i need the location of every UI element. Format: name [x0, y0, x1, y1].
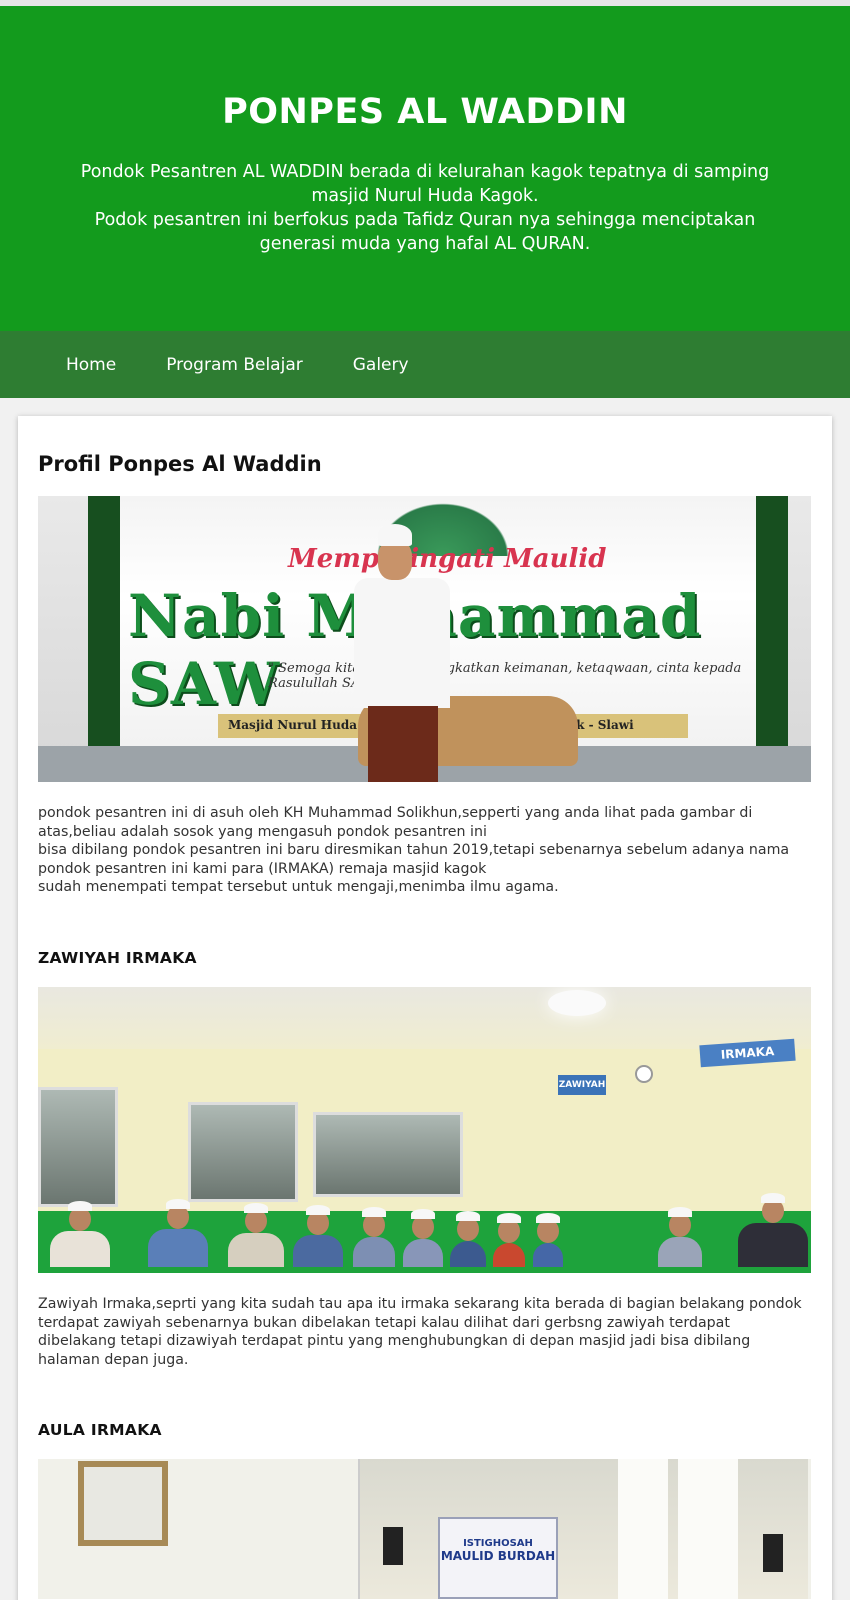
ceiling: [38, 986, 811, 1049]
speaker: [763, 1534, 783, 1573]
profil-heading: Profil Ponpes Al Waddin: [38, 452, 322, 476]
seated-people: [38, 1167, 811, 1267]
profil-text-2: bisa dibilang pondok pesantren ini baru …: [38, 842, 790, 877]
speaker: [383, 1527, 403, 1566]
speaker-figure: [348, 524, 450, 782]
content-card: Profil Ponpes Al Waddin Memperingati Mau…: [18, 416, 832, 1600]
nav-program-belajar[interactable]: Program Belajar: [166, 355, 303, 375]
zawiyah-photo: ZAWIYAH IRMAKA: [38, 986, 811, 1273]
aula-heading: AULA IRMAKA: [38, 1421, 162, 1440]
wall-frame: [78, 1461, 168, 1547]
main-navigation: Home Program Belajar Galery: [0, 331, 850, 398]
zawiyah-sign: ZAWIYAH: [558, 1074, 606, 1095]
ceiling-lamp: [548, 989, 606, 1016]
maulid-photo: Memperingati Maulid Nabi Muhammad SAW " …: [38, 496, 811, 782]
site-description-2: Podok pesantren ini berfokus pada Tafidz…: [94, 210, 756, 254]
aula-photo: ISTIGHOSAH MAULID BURDAH: [38, 1459, 811, 1600]
pillar: [678, 1459, 738, 1600]
profil-text-3: sudah menempati tempat tersebut untuk me…: [38, 879, 559, 896]
zawiyah-text: Zawiyah Irmaka,seprti yang kita sudah ta…: [38, 1295, 802, 1368]
hero-header: PONPES AL WADDIN Pondok Pesantren AL WAD…: [0, 6, 850, 331]
nav-home[interactable]: Home: [66, 355, 116, 375]
wall-clock-icon: [635, 1064, 653, 1083]
maulid-burdah-poster: ISTIGHOSAH MAULID BURDAH: [438, 1517, 558, 1600]
nav-galery[interactable]: Galery: [353, 355, 409, 375]
stage-area: [358, 1459, 808, 1600]
content-area: Profil Ponpes Al Waddin Memperingati Mau…: [0, 398, 850, 1600]
profil-text-1: pondok pesantren ini di asuh oleh KH Muh…: [38, 805, 753, 840]
pillar: [618, 1459, 668, 1600]
site-description-1: Pondok Pesantren AL WADDIN berada di kel…: [80, 162, 770, 206]
site-title: PONPES AL WADDIN: [222, 92, 628, 132]
zawiyah-heading: ZAWIYAH IRMAKA: [38, 948, 197, 967]
poster-text-2: MAULID BURDAH: [440, 1549, 556, 1564]
